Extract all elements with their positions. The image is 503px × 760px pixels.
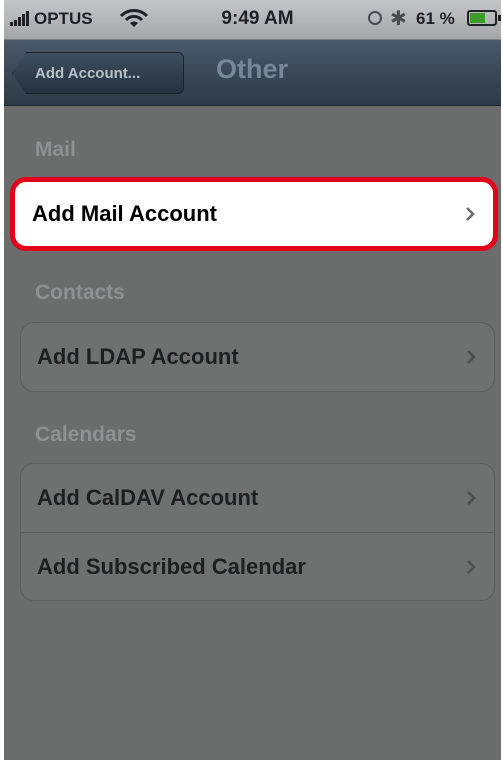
battery-percentage: 61 % xyxy=(416,9,455,28)
item-label: Add Mail Account xyxy=(32,201,217,226)
section-header-mail: Mail xyxy=(35,138,76,161)
battery-icon xyxy=(467,10,501,26)
navigation-bar: Add Account... Other xyxy=(4,40,501,106)
phone-screen: OPTUS 9:49 AM ✱ 61 % Add Account... Othe… xyxy=(4,0,501,760)
chevron-right-icon xyxy=(466,207,475,221)
back-button[interactable]: Add Account... xyxy=(12,52,184,94)
chevron-right-icon xyxy=(467,559,476,574)
item-label: Add CalDAV Account xyxy=(37,485,259,510)
contacts-group: Add LDAP Account xyxy=(20,322,495,392)
calendars-group: Add CalDAV Account Add Subscribed Calend… xyxy=(20,463,495,601)
item-label: Add LDAP Account xyxy=(37,344,239,369)
chevron-right-icon xyxy=(467,350,476,364)
add-caldav-account-item[interactable]: Add CalDAV Account xyxy=(21,464,494,532)
section-header-calendars: Calendars xyxy=(35,423,137,446)
item-label: Add Subscribed Calendar xyxy=(37,553,306,579)
section-header-contacts: Contacts xyxy=(35,281,125,304)
highlight-box: Add Mail Account xyxy=(10,177,498,251)
add-subscribed-calendar-item[interactable]: Add Subscribed Calendar xyxy=(21,532,494,600)
add-mail-account-item[interactable]: Add Mail Account xyxy=(15,182,493,246)
page-title: Other xyxy=(216,54,289,84)
status-bar: OPTUS 9:49 AM ✱ 61 % xyxy=(4,0,501,40)
add-ldap-account-item[interactable]: Add LDAP Account xyxy=(21,323,494,391)
chevron-right-icon xyxy=(467,491,476,505)
lock-rotation-icon xyxy=(368,11,382,25)
bluetooth-icon: ✱ xyxy=(390,8,407,30)
